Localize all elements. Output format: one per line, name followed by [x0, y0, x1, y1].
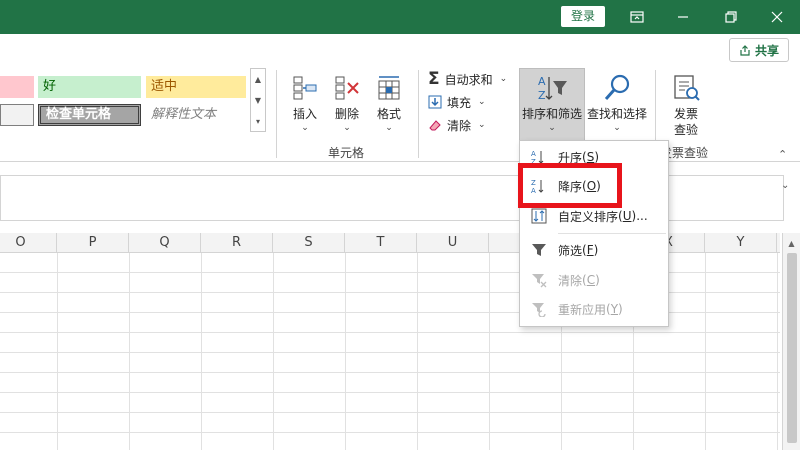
invoice-check-icon	[674, 75, 700, 101]
sigma-icon: Σ	[428, 69, 440, 89]
close-icon	[771, 11, 783, 23]
insert-cells-icon	[293, 76, 317, 100]
minimize-button[interactable]	[660, 0, 706, 34]
sort-filter-button-content[interactable]: A Z 排序和筛选 ⌄	[519, 70, 585, 134]
menu-ellipsis: ...	[636, 209, 648, 223]
autosum-label: 自动求和	[444, 72, 493, 87]
ribbon-display-options-button[interactable]	[614, 0, 660, 34]
styles-gallery-scroll[interactable]: ▲ ▼ ▾	[250, 68, 266, 132]
find-select-chevron-icon: ⌄	[613, 123, 621, 133]
ribbon-display-icon	[630, 11, 644, 23]
magnifier-icon	[604, 74, 630, 100]
autosum-button[interactable]: Σ 自动求和 ⌄	[428, 68, 507, 90]
eraser-icon	[429, 120, 441, 131]
invoice-check-button[interactable]: 发票 查验	[664, 70, 708, 138]
gallery-up-icon[interactable]: ▲	[251, 69, 265, 90]
separator	[418, 70, 419, 158]
invoice-label-1: 发票	[673, 107, 698, 121]
column-header[interactable]: U	[417, 233, 489, 253]
reapply-icon	[532, 303, 546, 317]
menu-accel: U	[622, 209, 632, 223]
format-button[interactable]: 格式 ⌄	[370, 70, 408, 134]
autosum-dropdown-icon[interactable]: ⌄	[500, 74, 508, 84]
expand-formula-icon[interactable]: ⌄	[781, 180, 789, 191]
fill-button[interactable]: 填充 ⌄	[428, 91, 486, 113]
column-header[interactable]: Y	[705, 233, 777, 253]
menu-accel: Y	[610, 302, 619, 316]
menu-label: 重新应用	[558, 302, 607, 317]
delete-button[interactable]: 删除 ⌄	[328, 70, 366, 134]
style-input[interactable]	[0, 104, 34, 126]
gallery-more-icon[interactable]: ▾	[251, 111, 265, 132]
menu-filter[interactable]: 筛选(F)	[520, 238, 668, 262]
separator	[276, 70, 277, 158]
menu-separator	[558, 233, 666, 234]
sort-filter-label: 排序和筛选	[521, 107, 582, 121]
scrollbar-thumb[interactable]	[787, 253, 797, 443]
clear-button[interactable]: 清除 ⌄	[428, 114, 486, 136]
share-label: 共享	[754, 43, 779, 58]
sort-filter-icon: A Z	[538, 75, 567, 102]
sort-filter-chevron-icon: ⌄	[548, 123, 556, 133]
style-bad[interactable]	[0, 76, 34, 98]
title-bar: 登录	[0, 0, 800, 34]
svg-text:A: A	[538, 75, 546, 88]
svg-text:A: A	[531, 150, 536, 158]
format-cells-icon	[378, 76, 400, 100]
find-select-button[interactable]: 查找和选择 ⌄	[586, 70, 648, 134]
menu-label: 筛选	[558, 243, 583, 258]
insert-chevron-icon: ⌄	[301, 123, 309, 133]
custom-sort-icon	[531, 208, 547, 224]
column-header[interactable]: O	[0, 233, 57, 253]
style-explanatory[interactable]: 解释性文本	[146, 104, 246, 126]
close-button[interactable]	[754, 0, 800, 34]
clear-filter-icon	[532, 274, 547, 288]
style-good[interactable]: 好	[38, 76, 141, 98]
delete-cells-icon	[335, 76, 359, 100]
share-icon	[740, 45, 750, 56]
restore-icon	[725, 11, 737, 23]
share-button[interactable]: 共享	[729, 38, 789, 62]
column-header[interactable]: Q	[129, 233, 201, 253]
style-check-cell[interactable]: 检查单元格	[38, 104, 141, 126]
delete-chevron-icon: ⌄	[343, 123, 351, 133]
insert-label: 插入	[292, 107, 317, 121]
clear-label: 清除	[447, 118, 472, 133]
clear-dropdown-icon[interactable]: ⌄	[478, 120, 486, 130]
collapse-ribbon-icon[interactable]: ⌃	[778, 148, 787, 161]
menu-accel: C	[586, 273, 596, 287]
fill-dropdown-icon[interactable]: ⌄	[478, 97, 486, 107]
menu-accel: S	[586, 150, 595, 164]
filter-icon	[532, 244, 546, 256]
fill-down-icon	[428, 95, 442, 109]
restore-button[interactable]	[708, 0, 754, 34]
find-select-label: 查找和选择	[586, 107, 647, 121]
fill-label: 填充	[447, 95, 472, 110]
column-header[interactable]: P	[57, 233, 129, 253]
format-chevron-icon: ⌄	[385, 123, 393, 133]
scroll-up-icon[interactable]: ▲	[783, 239, 800, 248]
column-header[interactable]: T	[345, 233, 417, 253]
delete-label: 删除	[334, 107, 359, 121]
menu-reapply: 重新应用(Y)	[520, 297, 668, 321]
column-header[interactable]: R	[201, 233, 273, 253]
ribbon: 共享 好 适中 检查单元格 解释性文本 ▲ ▼ ▾ 插入 ⌄ 删除 ⌄ 格式 ⌄…	[0, 34, 800, 162]
menu-label: 清除	[558, 273, 583, 288]
menu-clear-filter: 清除(C)	[520, 268, 668, 292]
vertical-scrollbar[interactable]: ▲	[782, 233, 800, 450]
cells-group-label: 单元格	[328, 146, 365, 160]
login-button[interactable]: 登录	[561, 6, 605, 27]
menu-accel: F	[586, 243, 594, 257]
highlight-box	[518, 163, 622, 208]
style-neutral[interactable]: 适中	[146, 76, 246, 98]
gallery-down-icon[interactable]: ▼	[251, 90, 265, 111]
invoice-label-2: 查验	[673, 123, 698, 137]
menu-label: 自定义排序	[558, 209, 619, 224]
minimize-icon	[678, 16, 688, 18]
format-label: 格式	[376, 107, 401, 121]
insert-button[interactable]: 插入 ⌄	[286, 70, 324, 134]
column-header[interactable]: S	[273, 233, 345, 253]
svg-text:Z: Z	[538, 89, 546, 102]
